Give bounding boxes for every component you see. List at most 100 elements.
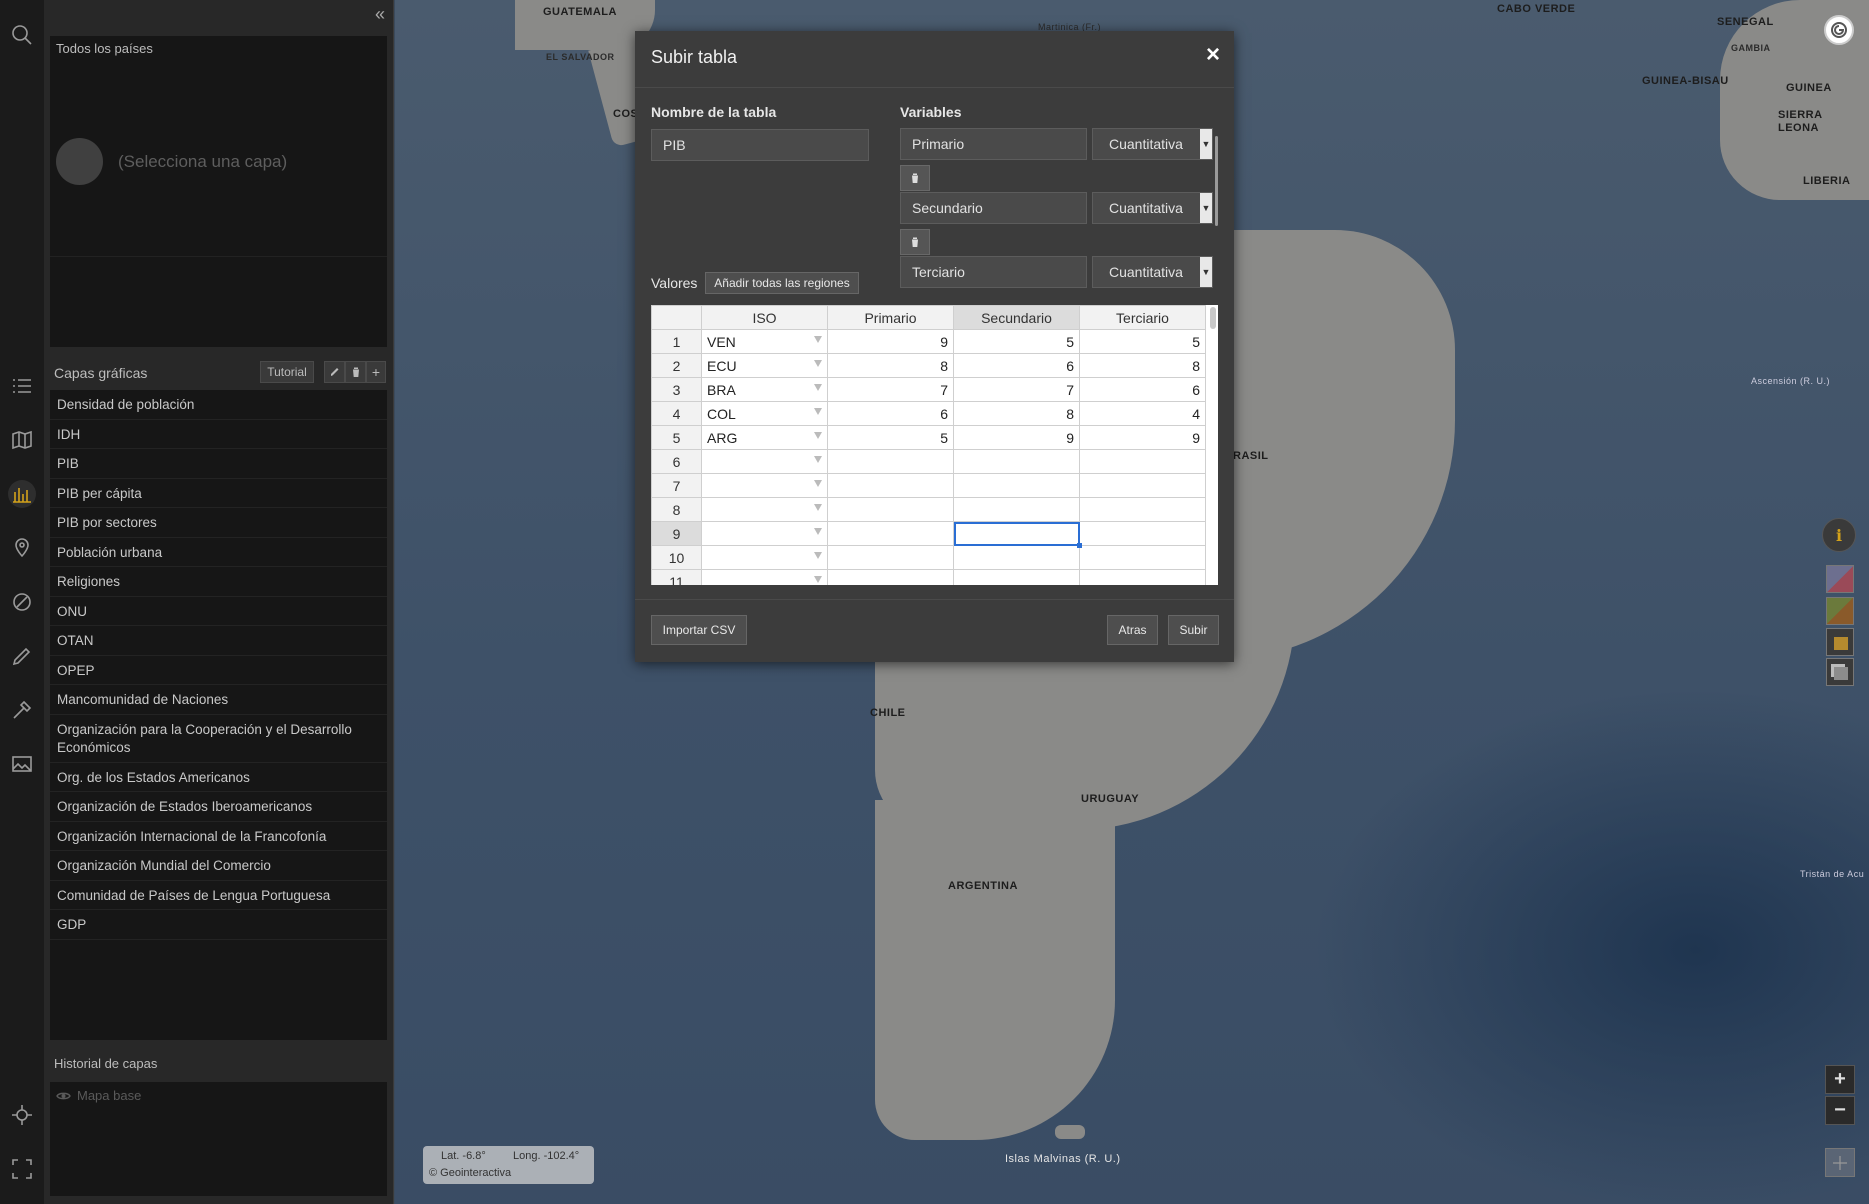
variable-name-input[interactable]: Terciario (900, 256, 1087, 288)
grid-iso-cell[interactable]: ECU (701, 353, 828, 378)
grid-value-cell[interactable] (1079, 545, 1206, 570)
grid-value-cell[interactable] (827, 497, 954, 522)
dropdown-arrow-icon[interactable] (814, 528, 822, 535)
layer-list-item[interactable]: Comunidad de Países de Lengua Portuguesa (50, 881, 387, 910)
app-logo-icon[interactable] (1824, 15, 1854, 45)
locate-icon[interactable] (8, 1101, 36, 1129)
delete-layer-button[interactable] (345, 361, 366, 383)
dropdown-arrow-icon[interactable] (814, 432, 822, 439)
add-all-regions-button[interactable]: Añadir todas las regiones (705, 272, 859, 294)
layer-swatch-2[interactable] (1826, 597, 1854, 625)
tutorial-button[interactable]: Tutorial (260, 361, 314, 383)
grid-value-cell[interactable] (1079, 473, 1206, 498)
grid-value-cell[interactable] (1079, 569, 1206, 585)
grid-value-cell[interactable]: 9 (1079, 425, 1206, 450)
close-icon[interactable]: × (1206, 41, 1220, 69)
delete-variable-button[interactable] (900, 229, 930, 255)
grid-iso-cell[interactable] (701, 569, 828, 585)
grid-row-header[interactable]: 1 (651, 329, 702, 354)
grid-column-header[interactable]: Primario (827, 305, 954, 330)
dropdown-arrow-icon[interactable] (814, 552, 822, 559)
grid-value-cell[interactable] (827, 473, 954, 498)
location-pin-icon[interactable] (8, 533, 36, 561)
variable-type-select[interactable]: Cuantitativa ▼ (1092, 192, 1213, 224)
layer-list-item[interactable]: GDP (50, 910, 387, 940)
grid-iso-cell[interactable] (701, 497, 828, 522)
zoom-in-button[interactable]: + (1825, 1065, 1855, 1094)
grid-row-header[interactable]: 2 (651, 353, 702, 378)
layer-list-item[interactable]: ONU (50, 597, 387, 626)
grid-iso-cell[interactable] (701, 473, 828, 498)
grid-value-cell[interactable] (953, 449, 1080, 474)
variable-name-input[interactable]: Primario (900, 128, 1087, 160)
layer-list-item[interactable]: Organización Mundial del Comercio (50, 851, 387, 881)
grid-row-header[interactable]: 4 (651, 401, 702, 426)
layer-list-item[interactable]: Organización Internacional de la Francof… (50, 822, 387, 851)
grid-value-cell[interactable]: 7 (827, 377, 954, 402)
grid-iso-cell[interactable]: ARG (701, 425, 828, 450)
grid-row-header[interactable]: 8 (651, 497, 702, 522)
grid-value-cell[interactable] (953, 545, 1080, 570)
grid-value-cell[interactable]: 8 (827, 353, 954, 378)
search-icon[interactable] (8, 21, 36, 49)
table-name-input[interactable]: PIB (651, 129, 869, 161)
grid-column-header[interactable]: Terciario (1079, 305, 1206, 330)
grid-value-cell[interactable]: 5 (1079, 329, 1206, 354)
grid-value-cell[interactable]: 7 (953, 377, 1080, 402)
grid-row-header[interactable]: 10 (651, 545, 702, 570)
grid-row-header[interactable]: 11 (651, 569, 702, 585)
image-icon[interactable] (8, 750, 36, 778)
grid-row-header[interactable]: 6 (651, 449, 702, 474)
grid-value-cell[interactable] (953, 473, 1080, 498)
grid-value-cell[interactable]: 6 (1079, 377, 1206, 402)
layer-list-item[interactable]: Org. de los Estados Americanos (50, 763, 387, 792)
layer-list-item[interactable]: Organización de Estados Iberoamericanos (50, 792, 387, 822)
grid-iso-cell[interactable]: VEN (701, 329, 828, 354)
grid-value-cell[interactable]: 5 (953, 329, 1080, 354)
grid-value-cell[interactable] (953, 521, 1083, 549)
list-icon[interactable] (8, 372, 36, 400)
grid-column-header[interactable]: Secundario (953, 305, 1080, 330)
layer-list-item[interactable]: PIB per cápita (50, 479, 387, 508)
import-csv-button[interactable]: Importar CSV (651, 615, 747, 645)
grid-iso-cell[interactable] (701, 521, 828, 546)
grid-value-cell[interactable]: 9 (953, 425, 1080, 450)
layer-list-item[interactable]: PIB por sectores (50, 508, 387, 538)
layer-swatch-3[interactable] (1826, 628, 1854, 656)
crosshair-button[interactable] (1825, 1148, 1855, 1177)
grid-row-header[interactable]: 7 (651, 473, 702, 498)
variables-scrollbar[interactable] (1215, 136, 1218, 226)
grid-value-cell[interactable]: 5 (827, 425, 954, 450)
dropdown-arrow-icon[interactable] (814, 408, 822, 415)
grid-value-cell[interactable]: 6 (827, 401, 954, 426)
dropdown-arrow-icon[interactable] (814, 504, 822, 511)
dropdown-arrow-icon[interactable] (814, 384, 822, 391)
fullscreen-icon[interactable] (8, 1155, 36, 1183)
layer-list-item[interactable]: OPEP (50, 656, 387, 685)
grid-value-cell[interactable]: 8 (953, 401, 1080, 426)
layer-swatch-1[interactable] (1826, 565, 1854, 593)
dropdown-arrow-icon[interactable] (814, 456, 822, 463)
variable-name-input[interactable]: Secundario (900, 192, 1087, 224)
grid-iso-cell[interactable]: COL (701, 401, 828, 426)
dropdown-arrow-icon[interactable] (814, 576, 822, 583)
dropdown-arrow-icon[interactable] (814, 360, 822, 367)
grid-value-cell[interactable] (827, 449, 954, 474)
grid-value-cell[interactable] (827, 545, 954, 570)
variable-type-select[interactable]: Cuantitativa ▼ (1092, 256, 1213, 288)
grid-value-cell[interactable] (1079, 497, 1206, 522)
map-book-icon[interactable] (8, 426, 36, 454)
grid-row-header[interactable]: 5 (651, 425, 702, 450)
grid-scrollbar[interactable] (1210, 307, 1216, 329)
layer-list-item[interactable]: Religiones (50, 567, 387, 597)
back-button[interactable]: Atras (1107, 615, 1158, 645)
grid-value-cell[interactable] (827, 521, 954, 546)
grid-corner-cell[interactable] (651, 305, 702, 330)
eye-icon[interactable] (56, 1091, 71, 1101)
zoom-out-button[interactable]: − (1825, 1096, 1855, 1125)
layer-list-item[interactable]: Organización para la Cooperación y el De… (50, 715, 387, 763)
grid-iso-cell[interactable] (701, 545, 828, 570)
grid-value-cell[interactable]: 4 (1079, 401, 1206, 426)
layer-list-item[interactable]: Mancomunidad de Naciones (50, 685, 387, 715)
info-button[interactable]: i (1822, 518, 1856, 552)
